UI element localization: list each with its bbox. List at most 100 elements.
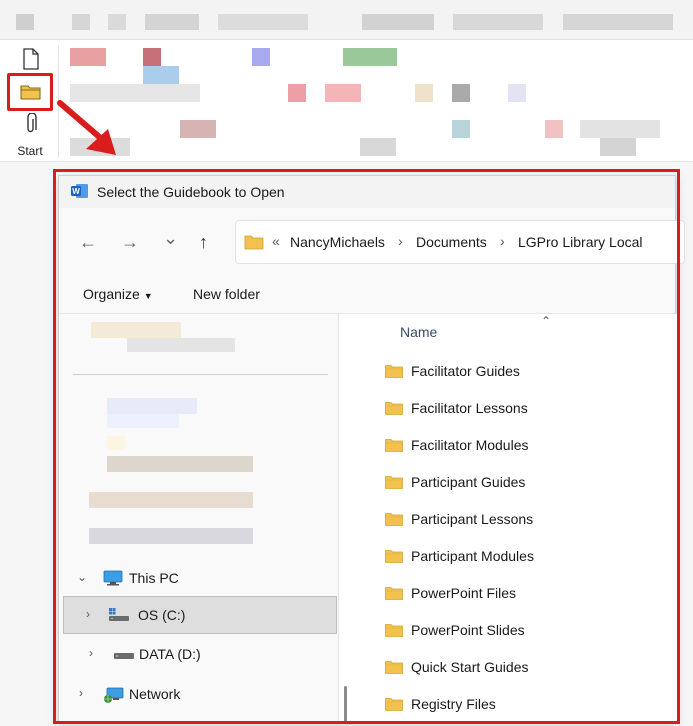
file-row[interactable]: Participant Modules bbox=[385, 543, 665, 573]
blurred-block bbox=[89, 528, 253, 544]
attach-icon[interactable] bbox=[18, 111, 44, 137]
file-row[interactable]: Facilitator Modules bbox=[385, 432, 665, 462]
file-row[interactable]: PowerPoint Slides bbox=[385, 617, 665, 647]
folder-icon bbox=[385, 549, 403, 563]
svg-text:W: W bbox=[72, 187, 80, 196]
file-name: Participant Guides bbox=[411, 474, 526, 490]
folder-icon bbox=[385, 623, 403, 637]
blurred-block bbox=[360, 138, 396, 156]
back-button[interactable]: ← bbox=[79, 232, 97, 253]
blurred-block bbox=[72, 14, 90, 30]
file-row[interactable]: PowerPoint Files bbox=[385, 580, 665, 610]
breadcrumb-lgpro-library-local[interactable]: LGPro Library Local bbox=[518, 234, 643, 250]
blurred-block bbox=[452, 84, 470, 102]
tree-item-network[interactable]: › Network bbox=[59, 676, 339, 714]
blurred-block bbox=[362, 14, 434, 30]
file-row[interactable]: Participant Lessons bbox=[385, 506, 665, 536]
file-name: Quick Start Guides bbox=[411, 659, 529, 675]
blurred-block bbox=[108, 14, 126, 30]
folder-icon bbox=[385, 401, 403, 415]
drive-icon bbox=[108, 607, 129, 623]
file-name: Facilitator Lessons bbox=[411, 400, 528, 416]
tree-item-data-drive[interactable]: › DATA (D:) bbox=[59, 636, 339, 674]
blurred-block bbox=[325, 84, 361, 102]
blurred-block bbox=[218, 14, 308, 30]
annotation-arrow-icon bbox=[57, 100, 116, 155]
drive-icon bbox=[113, 646, 134, 662]
forward-button[interactable]: → bbox=[121, 232, 139, 253]
file-row[interactable]: Quick Start Guides bbox=[385, 654, 665, 684]
folder-icon bbox=[385, 364, 403, 378]
new-folder-button[interactable]: New folder bbox=[193, 286, 260, 302]
file-row[interactable]: Facilitator Lessons bbox=[385, 395, 665, 425]
dialog-title: Select the Guidebook to Open bbox=[97, 184, 285, 200]
organize-button[interactable]: Organize ▼ bbox=[83, 286, 153, 302]
folder-icon bbox=[385, 512, 403, 526]
up-button[interactable]: ↑ bbox=[199, 232, 208, 253]
blurred-block bbox=[452, 120, 470, 138]
tree-label-network: Network bbox=[129, 686, 181, 702]
tree-item-this-pc[interactable]: ⌄ This PC bbox=[59, 560, 339, 598]
blurred-block bbox=[107, 436, 125, 450]
blurred-block bbox=[107, 414, 179, 428]
column-header-name[interactable]: Name bbox=[400, 324, 437, 340]
folder-icon bbox=[385, 475, 403, 489]
network-icon bbox=[103, 686, 124, 703]
sort-ascending-icon: ⌃ bbox=[541, 314, 552, 328]
blurred-block bbox=[508, 84, 526, 102]
folder-icon bbox=[385, 660, 403, 674]
file-name: PowerPoint Files bbox=[411, 585, 517, 601]
folder-icon bbox=[385, 697, 403, 711]
word-icon: W bbox=[71, 183, 89, 199]
breadcrumb-documents[interactable]: Documents bbox=[416, 234, 487, 250]
folder-icon bbox=[385, 586, 403, 600]
file-name: PowerPoint Slides bbox=[411, 622, 525, 638]
file-list: ⌃ Name Facilitator Guides Facilitator Les… bbox=[359, 314, 677, 724]
navigation-pane: ⌄ This PC › OS (C:) › DATA (D:) › Networ… bbox=[59, 314, 339, 724]
blurred-block bbox=[343, 48, 397, 66]
recent-locations-button[interactable]: ⌄ bbox=[163, 228, 178, 249]
blurred-block bbox=[415, 84, 433, 102]
blurred-block bbox=[89, 492, 253, 508]
computer-icon bbox=[103, 570, 123, 586]
breadcrumb-nancymichaels[interactable]: NancyMichaels bbox=[290, 234, 385, 250]
dialog-title-bar: W Select the Guidebook to Open bbox=[59, 176, 675, 208]
blurred-block bbox=[70, 48, 106, 66]
pane-divider bbox=[73, 374, 328, 375]
folder-icon bbox=[244, 234, 264, 253]
blurred-block bbox=[288, 84, 306, 102]
chevron-right-icon[interactable]: › bbox=[79, 686, 83, 700]
file-name: Participant Lessons bbox=[411, 511, 534, 527]
dialog-toolbar: Organize ▼ New folder bbox=[59, 276, 675, 314]
blurred-toolbar bbox=[0, 0, 693, 40]
blurred-block bbox=[252, 48, 270, 66]
caret-down-icon: ▼ bbox=[143, 291, 153, 301]
overflow-chevron[interactable]: « bbox=[272, 233, 280, 249]
blurred-block bbox=[16, 14, 34, 30]
blurred-block bbox=[143, 48, 161, 66]
new-document-icon[interactable] bbox=[18, 46, 44, 72]
blurred-block bbox=[91, 322, 181, 338]
file-row[interactable]: Participant Guides bbox=[385, 469, 665, 499]
blurred-block bbox=[563, 14, 673, 30]
file-row[interactable]: Facilitator Guides bbox=[385, 358, 665, 388]
open-button-highlight bbox=[7, 73, 53, 111]
start-label: Start bbox=[17, 144, 43, 158]
chevron-down-icon[interactable]: ⌄ bbox=[77, 570, 87, 584]
blurred-block bbox=[600, 138, 636, 156]
chevron-right-icon[interactable]: › bbox=[86, 607, 90, 621]
tree-label-data-drive: DATA (D:) bbox=[139, 646, 201, 662]
file-row[interactable]: Registry Files bbox=[385, 691, 665, 721]
blurred-block bbox=[180, 120, 216, 138]
chevron-right-icon[interactable]: › bbox=[89, 646, 93, 660]
file-name: Facilitator Guides bbox=[411, 363, 520, 379]
blurred-block bbox=[580, 120, 660, 138]
chevron-right-icon: › bbox=[398, 233, 403, 249]
blurred-block bbox=[107, 398, 197, 414]
tree-label-this-pc: This PC bbox=[129, 570, 179, 586]
file-name: Facilitator Modules bbox=[411, 437, 529, 453]
address-bar[interactable]: « NancyMichaels › Documents › LGPro Libr… bbox=[235, 220, 685, 264]
chevron-right-icon: › bbox=[500, 233, 505, 249]
tree-item-os-drive[interactable]: › OS (C:) bbox=[63, 596, 337, 634]
nav-pane-scrollbar[interactable] bbox=[344, 686, 347, 722]
